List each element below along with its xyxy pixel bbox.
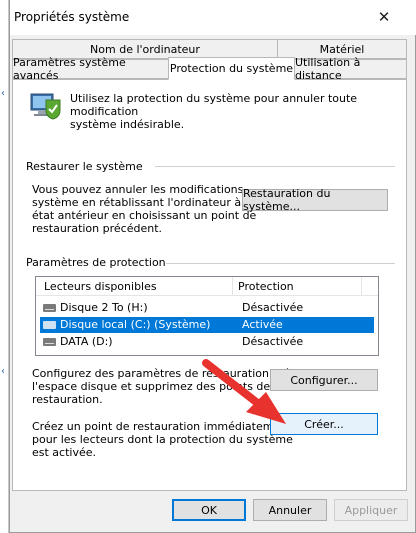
- close-icon: ✕: [377, 8, 391, 26]
- drive-row-h[interactable]: Disque 2 To (H:) Désactivée: [40, 300, 374, 316]
- intro-text: Utilisez la protection du système pour a…: [70, 92, 415, 131]
- drive-status: Activée: [242, 318, 283, 331]
- configure-button[interactable]: Configurer...: [270, 369, 378, 391]
- title-bar: Propriétés système ✕: [10, 0, 416, 35]
- restore-desc-line: système en rétablissant l'ordinateur à u…: [32, 196, 259, 209]
- configure-desc-line: restauration.: [32, 393, 103, 406]
- configure-description: Configurez des paramètres de restauratio…: [32, 367, 307, 406]
- tab-label: Nom de l'ordinateur: [90, 42, 200, 56]
- system-properties-dialog: Propriétés système ✕ Nom de l'ordinateur…: [9, 0, 416, 533]
- tab-label: Protection du système: [169, 62, 294, 75]
- button-label: Créer...: [304, 417, 344, 431]
- create-button[interactable]: Créer...: [270, 413, 378, 435]
- drive-name: Disque local (C:) (Système): [60, 318, 211, 331]
- tab-label: Matériel: [319, 42, 365, 56]
- protection-group-title: Paramètres de protection: [26, 256, 166, 269]
- listview-header: Lecteurs disponibles Protection: [36, 277, 378, 296]
- restore-description: Vous pouvez annuler les modifications sy…: [32, 183, 259, 235]
- column-header-drives[interactable]: Lecteurs disponibles: [44, 280, 157, 293]
- apply-button[interactable]: Appliquer: [334, 499, 408, 521]
- cancel-button[interactable]: Annuler: [253, 499, 327, 521]
- system-drive-icon: [43, 321, 56, 329]
- intro-line: système indésirable.: [70, 118, 185, 131]
- drive-row-d[interactable]: DATA (D:) Désactivée: [40, 334, 374, 350]
- tab-advanced-settings[interactable]: Paramètres système avancés: [12, 56, 169, 82]
- drive-status: Désactivée: [242, 301, 304, 314]
- background-mark: ‹: [1, 88, 5, 99]
- drive-name: Disque 2 To (H:): [60, 301, 148, 314]
- restore-desc-line: restauration précédent.: [32, 222, 163, 235]
- drive-name: DATA (D:): [60, 335, 113, 348]
- drive-status: Désactivée: [242, 335, 304, 348]
- configure-desc-line: l'espace disque et supprimez des points …: [32, 380, 271, 393]
- restore-desc-line: Vous pouvez annuler les modifications: [32, 183, 244, 196]
- tab-system-protection[interactable]: Protection du système: [168, 57, 295, 80]
- create-desc-line: pour les lecteurs dont la protection du …: [32, 433, 293, 446]
- drive-icon: [43, 304, 56, 312]
- drive-icon: [43, 338, 56, 346]
- button-label: OK: [201, 503, 217, 517]
- column-separator[interactable]: [232, 277, 233, 296]
- restore-desc-line: état antérieur en choisissant un point d…: [32, 209, 257, 222]
- tab-remote-usage[interactable]: Utilisation à distance: [294, 56, 407, 82]
- button-label: Appliquer: [344, 503, 398, 517]
- system-restore-button[interactable]: Restauration du système...: [242, 187, 388, 213]
- create-desc-line: Créez un point de restauration immédiate…: [32, 420, 292, 433]
- column-header-protection[interactable]: Protection: [238, 280, 294, 293]
- button-label: Restauration du système...: [243, 187, 331, 213]
- button-label: Annuler: [268, 503, 312, 517]
- button-label: Configurer...: [290, 373, 358, 387]
- group-divider: [164, 263, 395, 264]
- background-window: ‹ ‹: [0, 0, 9, 533]
- window-title: Propriétés système: [14, 10, 130, 24]
- create-desc-line: est activée.: [32, 446, 97, 459]
- restore-group-title: Restaurer le système: [26, 160, 143, 173]
- intro-line: Utilisez la protection du système pour a…: [70, 92, 358, 118]
- background-mark: ‹: [1, 366, 5, 377]
- drive-row-c[interactable]: Disque local (C:) (Système) Activée: [40, 317, 374, 333]
- group-divider: [155, 166, 395, 167]
- column-separator[interactable]: [361, 277, 362, 296]
- ok-button[interactable]: OK: [172, 499, 246, 521]
- system-protection-icon: [30, 93, 61, 120]
- create-description: Créez un point de restauration immédiate…: [32, 420, 293, 459]
- drives-listview[interactable]: Lecteurs disponibles Protection Disque 2…: [35, 276, 379, 356]
- configure-desc-line: Configurez des paramètres de restauratio…: [32, 367, 307, 380]
- close-button[interactable]: ✕: [370, 5, 398, 29]
